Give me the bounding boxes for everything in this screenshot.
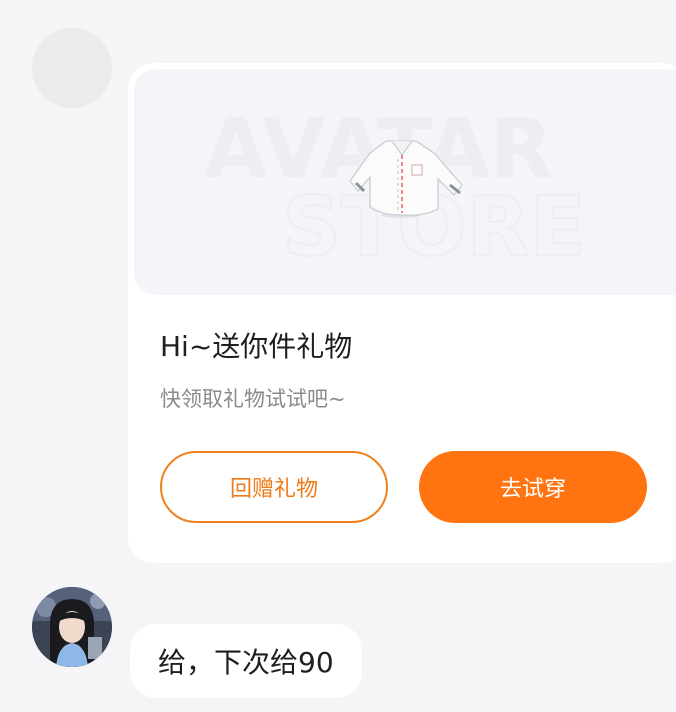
try-on-label: 去试穿 [499,477,566,502]
avatar-photo [32,587,112,667]
avatar-store-illustration: AVATAR STORE [134,69,676,295]
return-gift-label: 回赠礼物 [229,477,318,502]
message-bubble[interactable]: 给，下次给90 [130,624,362,698]
user-avatar[interactable] [32,587,112,667]
gift-card-title: Hi~送你件礼物 [160,330,353,363]
gift-card[interactable]: AVATAR STORE Hi~送你件礼物 快领取礼物试试吧~ 回赠礼物 去试穿 [128,63,676,563]
message-text: 给，下次给90 [158,646,334,679]
try-on-button[interactable]: 去试穿 [419,451,647,523]
sender-avatar[interactable] [32,28,112,108]
gift-card-subtitle: 快领取礼物试试吧~ [160,387,346,411]
return-gift-button[interactable]: 回赠礼物 [160,451,388,523]
gift-banner: AVATAR STORE [134,69,676,295]
